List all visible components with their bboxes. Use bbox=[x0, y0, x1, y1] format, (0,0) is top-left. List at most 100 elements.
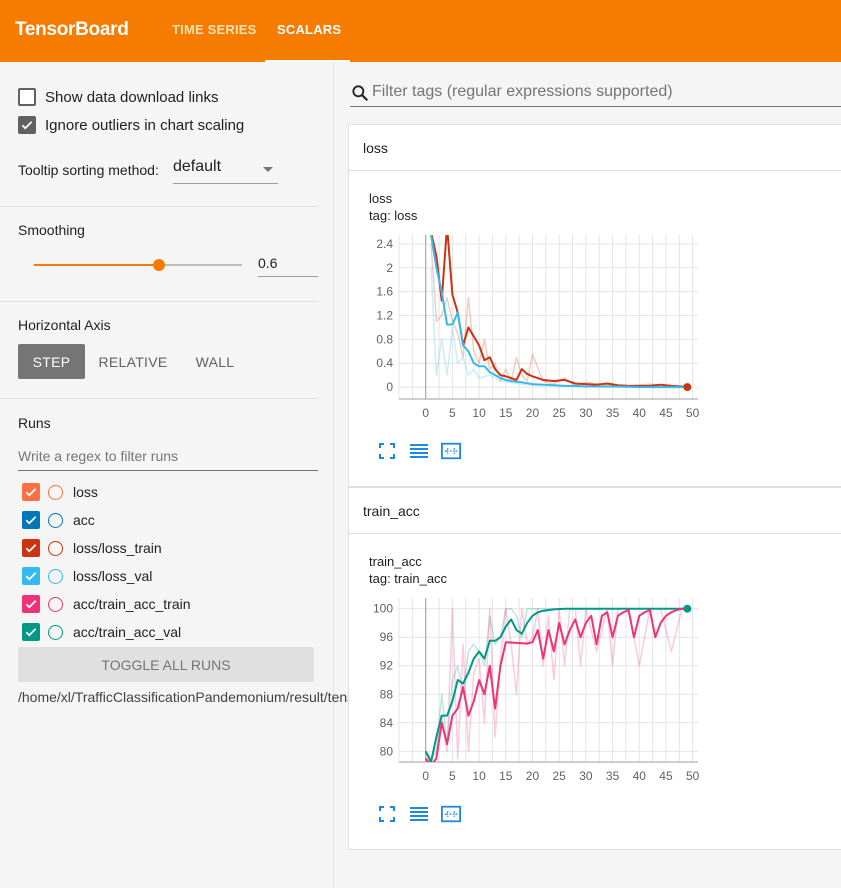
run-name: acc/train_acc_val bbox=[73, 624, 182, 640]
tooltip-sorting-select[interactable]: default bbox=[173, 158, 278, 184]
checkbox-unchecked-icon bbox=[18, 88, 36, 106]
run-name: loss bbox=[73, 484, 98, 500]
tooltip-sorting-label: Tooltip sorting method: bbox=[18, 162, 159, 178]
show-download-links-label: Show data download links bbox=[45, 88, 219, 106]
x-tick-label: 15 bbox=[499, 406, 513, 420]
x-tick-label: 5 bbox=[449, 769, 456, 783]
smoothing-slider-thumb[interactable] bbox=[153, 259, 165, 271]
tooltip-sorting-value: default bbox=[173, 158, 222, 175]
toggle-log-scale-icon[interactable] bbox=[409, 441, 429, 461]
y-tick-label: 2.4 bbox=[376, 237, 393, 251]
chart-tag: tag: train_acc bbox=[369, 571, 448, 586]
series-end-point bbox=[683, 604, 692, 613]
x-tick-label: 5 bbox=[449, 406, 456, 420]
fullscreen-icon[interactable] bbox=[377, 441, 397, 461]
x-tick-label: 10 bbox=[472, 769, 486, 783]
run-color-swatch[interactable] bbox=[48, 484, 63, 500]
chart-title: train_acc bbox=[369, 554, 422, 569]
divider bbox=[0, 301, 318, 302]
x-tick-label: 40 bbox=[633, 406, 647, 420]
loss-chart[interactable]: 0 0.4 0.8 1.2 1.6 2 2.4 0 5 10 15 20 25 30 35 40 45 50 bbox=[349, 225, 841, 435]
x-tick-label: 0 bbox=[422, 769, 429, 783]
y-tick-label: 1.6 bbox=[376, 285, 393, 299]
run-item[interactable]: loss bbox=[22, 483, 98, 501]
card-header[interactable]: loss bbox=[349, 125, 841, 171]
fullscreen-icon[interactable] bbox=[377, 804, 397, 824]
search-icon bbox=[352, 85, 368, 101]
smoothing-slider-fill bbox=[34, 264, 159, 266]
x-tick-label: 35 bbox=[606, 769, 620, 783]
run-item[interactable]: loss/loss_train bbox=[22, 539, 162, 557]
tab-time-series[interactable]: TIME SERIES bbox=[172, 22, 257, 37]
card-header[interactable]: train_acc bbox=[349, 488, 841, 534]
run-checkbox-checkmark-icon[interactable] bbox=[22, 595, 40, 613]
run-checkbox-checkmark-icon[interactable] bbox=[22, 483, 40, 501]
y-tick-label: 0 bbox=[386, 380, 393, 394]
run-item[interactable]: acc bbox=[22, 511, 95, 529]
card-title: train_acc bbox=[363, 503, 420, 519]
app-brand: TensorBoard bbox=[15, 19, 129, 40]
checkmark-icon bbox=[18, 116, 36, 134]
x-tick-label: 20 bbox=[526, 406, 540, 420]
toggle-log-scale-icon[interactable] bbox=[409, 804, 429, 824]
y-tick-label: 2 bbox=[386, 261, 393, 275]
card-loss: loss loss tag: loss 0 0.4 0.8 1.2 1.6 2 2.4 0 5 1… bbox=[348, 124, 841, 487]
tab-scalars[interactable]: SCALARS bbox=[277, 22, 341, 37]
y-tick-label: 0.4 bbox=[376, 356, 393, 370]
tag-filter-input[interactable]: Filter tags (regular expressions support… bbox=[350, 80, 841, 107]
run-color-swatch[interactable] bbox=[48, 512, 63, 528]
run-checkbox-checkmark-icon[interactable] bbox=[22, 511, 40, 529]
run-item[interactable]: loss/loss_val bbox=[22, 567, 152, 585]
fit-domain-icon[interactable] bbox=[441, 804, 461, 824]
x-tick-label: 10 bbox=[472, 406, 486, 420]
dropdown-arrow-icon bbox=[263, 167, 273, 172]
chart-toolbar bbox=[377, 804, 461, 824]
fit-domain-icon[interactable] bbox=[441, 441, 461, 461]
runs-title: Runs bbox=[18, 415, 51, 431]
x-tick-label: 45 bbox=[659, 406, 673, 420]
run-item[interactable]: acc/train_acc_train bbox=[22, 595, 191, 613]
run-checkbox-checkmark-icon[interactable] bbox=[22, 539, 40, 557]
run-color-swatch[interactable] bbox=[48, 596, 63, 612]
y-tick-label: 84 bbox=[380, 716, 394, 730]
run-color-swatch[interactable] bbox=[48, 568, 63, 584]
y-tick-label: 1.2 bbox=[376, 309, 393, 323]
run-color-swatch[interactable] bbox=[48, 540, 63, 556]
train-acc-chart[interactable]: 80 84 88 92 96 100 0 5 10 15 20 25 30 35 40 45 50 bbox=[349, 588, 841, 798]
x-tick-label: 25 bbox=[552, 769, 566, 783]
run-name: loss/loss_train bbox=[73, 540, 162, 556]
tag-filter-placeholder: Filter tags (regular expressions support… bbox=[372, 83, 673, 100]
x-tick-label: 25 bbox=[552, 406, 566, 420]
show-download-links-checkbox[interactable]: Show data download links bbox=[18, 87, 218, 107]
run-name: loss/loss_val bbox=[73, 568, 153, 584]
run-item[interactable]: acc/train_acc_val bbox=[22, 623, 181, 641]
x-tick-label: 0 bbox=[422, 406, 429, 420]
run-checkbox-checkmark-icon[interactable] bbox=[22, 567, 40, 585]
axis-relative-button[interactable]: RELATIVE bbox=[92, 344, 174, 379]
x-tick-label: 30 bbox=[579, 769, 593, 783]
chart-toolbar bbox=[377, 441, 461, 461]
smoothing-value-input[interactable]: 0.6 bbox=[258, 251, 318, 277]
run-color-swatch[interactable] bbox=[48, 624, 63, 640]
chart-tag: tag: loss bbox=[369, 208, 418, 223]
ignore-outliers-checkbox[interactable]: Ignore outliers in chart scaling bbox=[18, 115, 244, 135]
run-checkbox-checkmark-icon[interactable] bbox=[22, 623, 40, 641]
smoothing-title: Smoothing bbox=[18, 222, 85, 238]
axis-step-button[interactable]: STEP bbox=[18, 344, 85, 379]
y-tick-label: 92 bbox=[380, 659, 394, 673]
toggle-all-runs-button[interactable]: TOGGLE ALL RUNS bbox=[18, 647, 314, 682]
axis-wall-button[interactable]: WALL bbox=[184, 344, 246, 379]
divider bbox=[0, 398, 318, 399]
x-tick-label: 40 bbox=[633, 769, 647, 783]
run-name: acc bbox=[73, 512, 95, 528]
runs-filter-input[interactable]: Write a regex to filter runs bbox=[18, 442, 318, 471]
y-tick-label: 88 bbox=[380, 687, 394, 701]
x-tick-label: 45 bbox=[659, 769, 673, 783]
x-tick-label: 30 bbox=[579, 406, 593, 420]
sidebar: Show data download links Ignore outliers… bbox=[0, 62, 402, 888]
x-tick-label: 15 bbox=[499, 769, 513, 783]
x-tick-label: 20 bbox=[526, 769, 540, 783]
x-tick-label: 50 bbox=[686, 406, 700, 420]
card-train-acc: train_acc train_acc tag: train_acc 80 84 8… bbox=[348, 487, 841, 850]
ignore-outliers-label: Ignore outliers in chart scaling bbox=[45, 116, 245, 134]
